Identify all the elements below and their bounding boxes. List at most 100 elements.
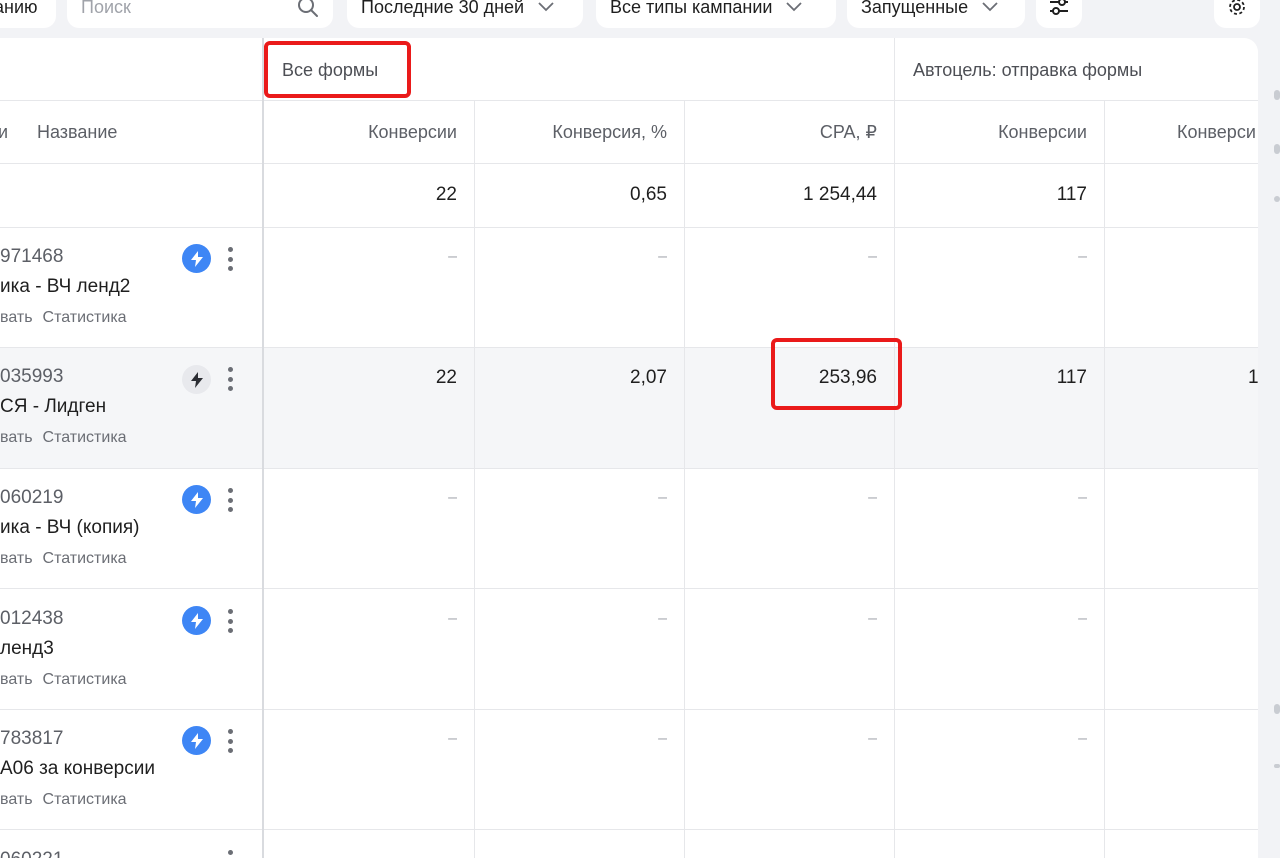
campaign-name[interactable]: А06 за конверсии (0, 758, 155, 780)
column-header-conversions-2[interactable]: Конверсии (894, 122, 1087, 143)
chevron-down-icon (538, 2, 554, 12)
search-input[interactable]: Поиск (67, 0, 333, 28)
cell-empty: – (448, 730, 457, 747)
status-select[interactable]: Запущенные (847, 0, 1025, 28)
lightning-icon (190, 371, 203, 388)
campaign-links: вать Статистика (0, 429, 137, 447)
total-conversions-2: 117 (1056, 184, 1087, 205)
more-vertical-icon[interactable] (222, 245, 238, 273)
column-header-partial[interactable]: и (0, 122, 8, 143)
more-vertical-icon[interactable] (222, 486, 238, 514)
autotarget-badge[interactable] (182, 726, 211, 755)
autotarget-badge[interactable] (182, 606, 211, 635)
cell-empty: – (658, 489, 667, 506)
chevron-down-icon (982, 2, 998, 12)
sliders-icon (1050, 0, 1068, 15)
gear-icon (1229, 0, 1245, 15)
scroll-indicator (1274, 704, 1280, 714)
campaign-links: вать Статистика (0, 550, 137, 568)
filter-bar: анию Поиск Последние 30 дней Все типы ка… (0, 0, 1280, 32)
statistics-link[interactable]: Статистика (43, 429, 127, 446)
search-placeholder: Поиск (81, 0, 131, 17)
cell-empty: – (448, 610, 457, 627)
row-conversions-2: 117 (1056, 367, 1087, 388)
divider (0, 709, 1258, 710)
divider (1104, 100, 1105, 858)
column-header-name[interactable]: Название (37, 122, 117, 143)
total-conversion-rate: 0,65 (630, 184, 667, 205)
more-vertical-icon[interactable] (222, 848, 238, 858)
lightning-icon (190, 250, 203, 267)
more-vertical-icon[interactable] (222, 727, 238, 755)
campaign-id: 060221 (0, 849, 63, 858)
campaign-id: 035993 (0, 366, 64, 387)
settings-button[interactable] (1214, 0, 1260, 28)
row-conversions: 22 (435, 367, 457, 388)
campaign-name[interactable]: ленд3 (0, 638, 54, 660)
campaign-type-select-label: Все типы кампании (610, 0, 773, 17)
cell-empty: – (868, 730, 877, 747)
cell-empty: – (1078, 730, 1087, 747)
chevron-down-icon (786, 2, 803, 12)
edit-link[interactable]: вать (0, 671, 33, 688)
filter-partial-left-label: анию (0, 0, 38, 17)
row-conversions-3: 1 (1248, 367, 1258, 388)
statistics-link[interactable]: Статистика (43, 550, 127, 567)
highlight-all-forms (264, 41, 411, 98)
lightning-icon (190, 612, 203, 629)
lightning-icon (190, 491, 203, 508)
period-select[interactable]: Последние 30 дней (347, 0, 583, 28)
filter-settings-button[interactable] (1036, 0, 1082, 28)
statistics-link[interactable]: Статистика (43, 791, 127, 808)
edit-link[interactable]: вать (0, 550, 33, 567)
statistics-link[interactable]: Статистика (43, 671, 127, 688)
cell-empty: – (868, 489, 877, 506)
scroll-indicator (1274, 196, 1280, 202)
campaign-id: 783817 (0, 728, 64, 749)
lightning-icon (190, 732, 203, 749)
more-vertical-icon[interactable] (222, 365, 238, 393)
edit-link[interactable]: вать (0, 791, 33, 808)
autotarget-badge[interactable] (182, 485, 211, 514)
filter-partial-left[interactable]: анию (0, 0, 56, 28)
campaign-name[interactable]: ика - ВЧ (копия) (0, 517, 140, 539)
cell-empty: – (658, 610, 667, 627)
cell-empty: – (1078, 610, 1087, 627)
row-conversion-rate: 2,07 (630, 367, 667, 388)
total-conversions: 22 (435, 184, 457, 205)
divider (0, 227, 1258, 228)
search-icon[interactable] (297, 0, 319, 18)
campaign-type-select[interactable]: Все типы кампании (596, 0, 836, 28)
cell-empty: – (448, 248, 457, 265)
period-select-label: Последние 30 дней (361, 0, 525, 17)
divider (0, 468, 1258, 469)
scroll-indicator (1274, 144, 1280, 154)
edit-link[interactable]: вать (0, 429, 33, 446)
campaign-id: 012438 (0, 608, 64, 629)
more-vertical-icon[interactable] (222, 607, 238, 635)
scroll-indicator (1274, 90, 1280, 100)
autotarget-badge[interactable] (182, 244, 211, 273)
autotarget-badge[interactable] (182, 365, 211, 394)
column-header-conversions-3[interactable]: Конверси (1177, 122, 1256, 143)
highlight-cpa-value (771, 338, 902, 410)
campaign-name[interactable]: ика - ВЧ ленд2 (0, 276, 130, 298)
column-header-conversion-rate[interactable]: Конверсия, % (474, 122, 667, 143)
group-header-autogoal[interactable]: Автоцель: отправка формы (913, 60, 1142, 81)
campaign-links: вать Статистика (0, 309, 137, 327)
campaigns-table: Все формы Автоцель: отправка формы и Наз… (0, 38, 1258, 858)
statistics-link[interactable]: Статистика (43, 309, 127, 326)
edit-link[interactable]: вать (0, 309, 33, 326)
campaign-id: 060219 (0, 487, 64, 508)
cell-empty: – (1078, 489, 1087, 506)
divider (0, 347, 1258, 348)
status-select-label: Запущенные (861, 0, 969, 17)
campaign-id: 971468 (0, 246, 64, 267)
campaign-name[interactable]: СЯ - Лидген (0, 396, 106, 418)
divider (0, 588, 1258, 589)
column-header-cpa[interactable]: CPA, ₽ (684, 122, 877, 143)
cell-empty: – (1078, 248, 1087, 265)
divider (0, 163, 1258, 164)
column-header-conversions[interactable]: Конверсии (264, 122, 457, 143)
campaign-links: вать Статистика (0, 671, 137, 689)
